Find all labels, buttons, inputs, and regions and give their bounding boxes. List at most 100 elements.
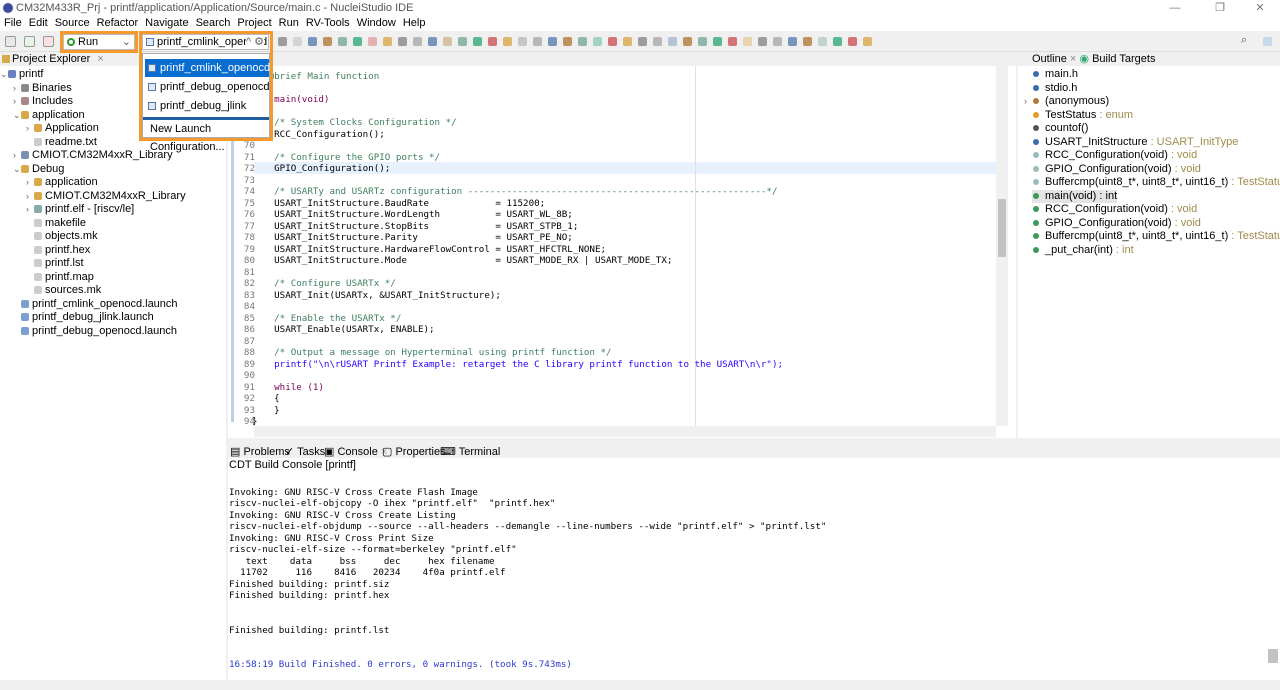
menu-refactor[interactable]: Refactor [97, 16, 139, 31]
search-icon[interactable]: ⌕ [1241, 34, 1250, 46]
code-line[interactable]: USART_Init(USARTx, &USART_InitStructure)… [252, 290, 501, 302]
scrollbar-thumb[interactable] [998, 199, 1006, 257]
tab-tasks[interactable]: ✓ Tasks [285, 446, 325, 459]
menu-rvtools[interactable]: RV-Tools [306, 16, 350, 31]
toolbar-icon[interactable] [353, 37, 362, 46]
chevron-right-icon[interactable]: › [13, 149, 16, 162]
toolbar-icon[interactable] [593, 37, 602, 46]
toolbar-icon[interactable] [683, 37, 692, 46]
toolbar-icon[interactable] [488, 37, 497, 46]
tree-item[interactable]: ⌄ application [13, 109, 85, 122]
menu-window[interactable]: Window [357, 16, 396, 31]
maximize-button[interactable]: ❐ [1205, 0, 1235, 16]
toolbar-icon[interactable] [818, 37, 827, 46]
menu-source[interactable]: Source [55, 16, 90, 31]
toolbar-icon[interactable] [293, 37, 302, 46]
toolbar-icon[interactable] [713, 37, 722, 46]
tab-problems[interactable]: ▤ Problems [230, 446, 290, 459]
code-line[interactable]: { [252, 393, 280, 405]
tree-item[interactable]: › CMIOT.CM32M4xxR_Library [26, 190, 186, 203]
launch-run-icon[interactable] [24, 36, 35, 47]
minimize-button[interactable]: — [1160, 0, 1190, 16]
tree-item[interactable]: printf_debug_jlink.launch [21, 311, 154, 324]
dropdown-item[interactable]: printf_debug_openocd [145, 78, 269, 96]
tree-item[interactable]: printf.lst [34, 257, 84, 270]
menu-edit[interactable]: Edit [29, 16, 48, 31]
menu-project[interactable]: Project [237, 16, 271, 31]
outline-item[interactable]: stdio.h [1033, 82, 1077, 95]
code-line[interactable]: USART_InitStructure.Mode = USART_MODE_RX… [252, 255, 672, 267]
toolbar-icon[interactable] [788, 37, 797, 46]
outline-item[interactable]: RCC_Configuration(void) : void [1033, 203, 1197, 216]
toolbar-icon[interactable] [383, 37, 392, 46]
menu-navigate[interactable]: Navigate [145, 16, 188, 31]
chevron-down-icon[interactable]: ⌄ [13, 163, 21, 176]
code-line[interactable]: USART_InitStructure.Parity = USART_PE_NO… [252, 232, 573, 244]
dropdown-item[interactable]: printf_debug_jlink [145, 97, 269, 115]
code-line[interactable]: GPIO_Configuration(); [252, 163, 390, 175]
toolbar-icon[interactable] [323, 37, 332, 46]
code-line[interactable]: /* Configure USARTx */ [252, 278, 396, 290]
toolbar-icon[interactable] [548, 37, 557, 46]
tree-item[interactable]: › Binaries [13, 82, 72, 95]
toolbar-icon[interactable] [848, 37, 857, 46]
chevron-right-icon[interactable]: › [26, 176, 29, 189]
tree-item[interactable]: printf_cmlink_openocd.launch [21, 298, 178, 311]
dropdown-item[interactable]: printf_cmlink_openocd [145, 59, 270, 77]
close-tab-icon[interactable]: × [97, 53, 103, 65]
tree-item[interactable]: objects.mk [34, 230, 98, 243]
toolbar-icon[interactable] [503, 37, 512, 46]
chevron-right-icon[interactable]: › [26, 190, 29, 203]
code-line[interactable]: USART_InitStructure.BaudRate = 115200; [252, 198, 545, 210]
code-line[interactable]: /* Output a message on Hyperterminal usi… [252, 347, 611, 359]
code-line[interactable]: USART_InitStructure.HardwareFlowControl … [252, 244, 606, 256]
outline-item[interactable]: GPIO_Configuration(void) : void [1033, 217, 1201, 230]
tab-outline[interactable]: Outline [1032, 53, 1067, 65]
toolbar-icon[interactable] [413, 37, 422, 46]
toolbar-icon[interactable] [578, 37, 587, 46]
chevron-right-icon[interactable]: › [13, 95, 16, 108]
toolbar-icon[interactable] [563, 37, 572, 46]
toolbar-icon[interactable] [653, 37, 662, 46]
code-editor[interactable]: 64 * @brief Main function6566int main(vo… [228, 52, 1016, 438]
chevron-down-icon[interactable]: ⌄ [13, 109, 21, 122]
tab-console[interactable]: ▣ Console × [324, 446, 387, 459]
menu-run[interactable]: Run [279, 16, 299, 31]
menu-help[interactable]: Help [403, 16, 426, 31]
toolbar-icon[interactable] [668, 37, 677, 46]
editor-horizontal-scrollbar[interactable] [254, 426, 996, 437]
outline-item[interactable]: main(void) : int [1032, 189, 1118, 203]
outline-item[interactable]: (anonymous) › [1024, 95, 1109, 108]
toolbar-icon[interactable] [698, 37, 707, 46]
outline-item[interactable]: RCC_Configuration(void) : void [1033, 149, 1197, 162]
toolbar-icon[interactable] [278, 37, 287, 46]
tree-item[interactable]: printf.hex [34, 244, 90, 257]
chevron-right-icon[interactable]: › [26, 122, 29, 135]
toolbar-icon[interactable] [863, 37, 872, 46]
outline-item[interactable]: countof() [1033, 122, 1088, 135]
perspective-icon[interactable] [1263, 37, 1272, 46]
code-line[interactable]: /* Enable the USARTx */ [252, 313, 401, 325]
tree-item[interactable]: › application [26, 176, 98, 189]
toolbar-icon[interactable] [623, 37, 632, 46]
code-line[interactable]: /* Configure the GPIO ports */ [252, 152, 440, 164]
outline-item[interactable]: TestStatus : enum [1033, 109, 1133, 122]
code-line[interactable]: USART_InitStructure.WordLength = USART_W… [252, 209, 573, 221]
toolbar-icon[interactable] [338, 37, 347, 46]
outline-item[interactable]: Buffercmp(uint8_t*, uint8_t*, uint16_t) … [1033, 176, 1280, 189]
toolbar-icon[interactable] [803, 37, 812, 46]
tree-item[interactable]: printf_debug_openocd.launch [21, 325, 177, 338]
tree-item[interactable]: ⌄ Debug [13, 163, 64, 176]
toolbar-icon[interactable] [638, 37, 647, 46]
toolbar-icon[interactable] [308, 37, 317, 46]
console-scrollbar-thumb[interactable] [1268, 649, 1278, 663]
tree-item[interactable]: › Includes [13, 95, 73, 108]
code-line[interactable]: printf("\n\rUSART Printf Example: retarg… [252, 359, 783, 371]
toolbar-icon[interactable] [758, 37, 767, 46]
tree-item[interactable]: › Application [26, 122, 99, 135]
chevron-down-icon[interactable]: ⌄ [0, 68, 8, 81]
outline-item[interactable]: _put_char(int) : int [1033, 244, 1134, 257]
tree-item[interactable]: sources.mk [34, 284, 101, 297]
chevron-right-icon[interactable]: › [1024, 95, 1027, 108]
tree-item[interactable]: printf.map [34, 271, 94, 284]
